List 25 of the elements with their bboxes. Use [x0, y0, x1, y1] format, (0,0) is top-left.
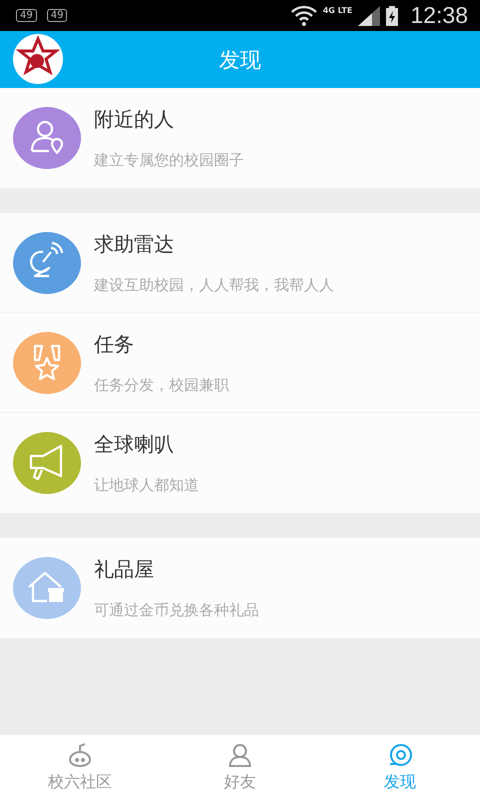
item-title: 任务 — [94, 330, 135, 358]
header-title: 发现 — [219, 46, 261, 74]
notification-badge: 49 — [46, 9, 68, 22]
network-label: 4G LTE — [322, 6, 352, 15]
signal-icon — [358, 6, 380, 26]
status-time: 12:38 — [410, 2, 468, 29]
item-title: 附近的人 — [94, 106, 175, 133]
item-subtitle: 建立专属您的校园圈子 — [94, 151, 244, 170]
robot-head-icon — [66, 742, 94, 768]
battery-icon — [386, 6, 398, 26]
item-subtitle: 让地球人都知道 — [94, 476, 199, 495]
menu-item[interactable]: 全球喇叭 让地球人都知道 — [0, 413, 480, 513]
item-subtitle: 可通过金币兑换各种礼品 — [94, 601, 259, 620]
item-subtitle: 任务分发，校园兼职 — [94, 376, 229, 394]
item-title: 全球喇叭 — [94, 431, 175, 458]
notification-badge: 49 — [16, 9, 37, 22]
item-title: 求助雷达 — [94, 230, 175, 258]
item-title: 礼品屋 — [94, 556, 155, 583]
menu-item[interactable]: 任务 任务分发，校园兼职 — [0, 313, 480, 413]
menu-item[interactable]: 求助雷达 建设互助校园，人人帮我，我帮人人 — [0, 213, 480, 313]
item-subtitle: 建设互助校园，人人帮我，我帮人人 — [94, 276, 334, 294]
logo-icon[interactable] — [13, 34, 63, 84]
menu-item[interactable]: 礼品屋 可通过金币兑换各种礼品 — [0, 538, 480, 638]
wifi-icon — [290, 4, 317, 26]
menu-item[interactable]: 附近的人 建立专属您的校园圈子 — [0, 88, 480, 188]
